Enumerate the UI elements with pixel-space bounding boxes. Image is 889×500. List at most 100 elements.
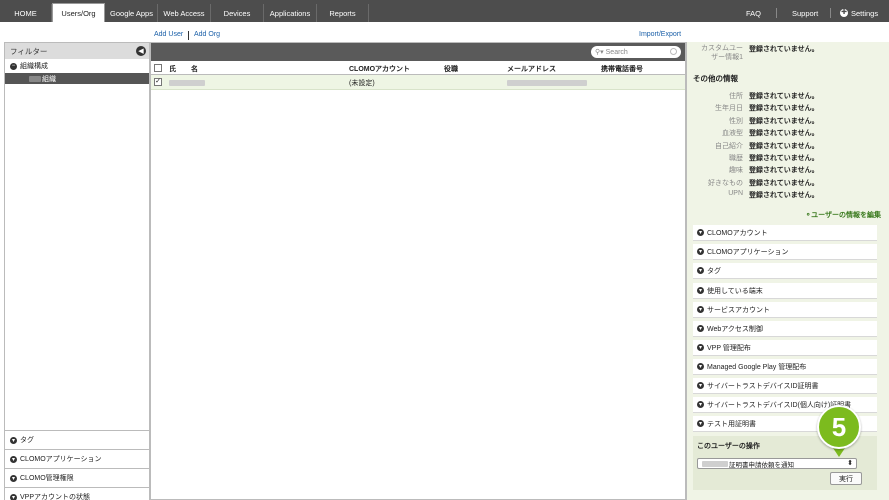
select-all-checkbox[interactable] <box>154 64 162 72</box>
field-value: 登録されていません。 <box>749 167 819 174</box>
operation-select-value: 証明書申請依頼を通知 <box>729 461 794 469</box>
expand-icon: ▾ <box>697 267 704 274</box>
user-table-panel: ⚲▾ Search 氏 名 CLOMOアカウント 役職 メールアドレス 携帯電話… <box>150 42 686 500</box>
nav-separator <box>776 8 777 18</box>
column-last-name[interactable]: 氏 <box>169 64 176 74</box>
operation-select[interactable]: 証明書申請依頼を通知 ⬍ <box>697 458 857 469</box>
detail-accordion-clomo-app[interactable]: ▾ CLOMOアプリケーション <box>693 244 877 260</box>
gear-icon: ✚ <box>840 9 848 17</box>
expand-icon: ▾ <box>697 306 704 313</box>
table-toolbar: ⚲▾ Search <box>151 43 685 61</box>
column-clomo-account[interactable]: CLOMOアカウント <box>349 64 410 74</box>
execute-button[interactable]: 実行 <box>830 472 862 485</box>
tab-web-access[interactable]: Web Access <box>158 4 211 22</box>
tab-google-apps[interactable]: Google Apps <box>106 4 158 22</box>
filter-header: フィルター ◀ <box>5 43 149 59</box>
expand-icon: ▾ <box>697 287 704 294</box>
column-first-name[interactable]: 名 <box>191 64 198 74</box>
edit-user-info-label: ユーザーの情報を編集 <box>811 212 881 219</box>
row-checkbox[interactable]: ✓ <box>154 78 162 86</box>
toolbar-separator <box>188 31 189 40</box>
search-input[interactable]: ⚲▾ Search <box>591 46 681 58</box>
field-label: UPN <box>728 190 743 197</box>
filter-accordion-label: タグ <box>20 437 34 444</box>
detail-accordion-tag[interactable]: ▾ タグ <box>693 263 877 279</box>
add-org-link[interactable]: Add Org <box>194 31 220 38</box>
column-email[interactable]: メールアドレス <box>507 64 556 74</box>
support-link[interactable]: Support <box>792 4 818 22</box>
field-value: 登録されていません。 <box>749 155 819 162</box>
expand-icon: ▾ <box>697 325 704 332</box>
add-user-link[interactable]: Add User <box>154 31 183 38</box>
field-value: 登録されていません。 <box>749 46 819 53</box>
tab-home[interactable]: HOME <box>0 4 52 22</box>
tab-users-org[interactable]: Users/Org <box>52 3 105 22</box>
detail-accordion-label: CLOMOアプリケーション <box>707 248 789 256</box>
table-header: 氏 名 CLOMOアカウント 役職 メールアドレス 携帯電話番号 <box>151 61 685 75</box>
detail-accordion-web-access[interactable]: ▾ Webアクセス制御 <box>693 321 877 337</box>
step-badge: 5 <box>817 405 861 449</box>
field-value: 登録されていません。 <box>749 130 819 137</box>
filter-accordion-vpp[interactable]: ▾ VPPアカウントの状態 <box>5 487 149 500</box>
org-tree-root-label: 組織構成 <box>20 63 48 70</box>
filter-accordion-clomo-app[interactable]: ▾ CLOMOアプリケーション <box>5 449 149 468</box>
detail-accordion-label: サイバートラストデバイスID証明書 <box>707 382 819 390</box>
field-label: 好きなもの <box>708 180 743 187</box>
detail-accordion-label: Webアクセス制御 <box>707 325 763 333</box>
field-label: カスタムユー ザー情報1 <box>687 44 743 62</box>
detail-accordion-devices[interactable]: ▾ 使用している端末 <box>693 283 877 299</box>
tab-devices[interactable]: Devices <box>211 4 264 22</box>
filter-accordion-label: CLOMOアプリケーション <box>20 456 102 463</box>
detail-accordion-label: Managed Google Play 管理配布 <box>707 363 807 371</box>
detail-accordion-cybertrust-cert[interactable]: ▾ サイバートラストデバイスID証明書 <box>693 378 877 394</box>
expand-icon: ▾ <box>10 436 17 444</box>
search-icon: ⚲▾ <box>595 49 604 56</box>
org-tree-item-selected[interactable]: 組織 <box>5 73 149 84</box>
detail-accordion-managed-google-play[interactable]: ▾ Managed Google Play 管理配布 <box>693 359 877 375</box>
filter-title: フィルター <box>10 46 48 56</box>
field-label: 住所 <box>729 93 743 100</box>
filter-accordion-clomo-permission[interactable]: ▾ CLOMO管理権限 <box>5 468 149 487</box>
detail-accordion-clomo-account[interactable]: ▾ CLOMOアカウント <box>693 225 877 241</box>
expand-icon: ▾ <box>10 455 17 463</box>
collapse-left-icon[interactable]: ◀ <box>136 46 146 56</box>
clear-search-icon[interactable] <box>670 48 677 55</box>
field-value: 登録されていません。 <box>749 93 819 100</box>
faq-link[interactable]: FAQ <box>746 4 761 22</box>
tab-reports[interactable]: Reports <box>317 4 369 22</box>
field-label: 性別 <box>729 118 743 125</box>
other-info-title: その他の情報 <box>693 74 738 83</box>
settings-link[interactable]: ✚ Settings <box>840 4 878 22</box>
table-row[interactable]: ✓ (未設定) <box>151 75 685 90</box>
org-tree-root[interactable]: − 組織構成 <box>5 59 149 73</box>
field-value: 登録されていません。 <box>749 192 819 199</box>
nav-separator <box>830 8 831 18</box>
detail-accordion-label: VPP 管理配布 <box>707 344 751 352</box>
column-title[interactable]: 役職 <box>444 64 458 74</box>
expand-icon: ▾ <box>697 363 704 370</box>
detail-accordion-label: 使用している端末 <box>707 287 763 295</box>
column-mobile[interactable]: 携帯電話番号 <box>601 64 643 74</box>
expand-icon: ▾ <box>10 493 17 500</box>
collapse-tree-icon[interactable]: − <box>10 62 17 70</box>
tab-applications[interactable]: Applications <box>264 4 317 22</box>
detail-accordion-label: サービスアカウント <box>707 306 770 314</box>
expand-icon: ▾ <box>697 401 704 408</box>
field-value: 登録されていません。 <box>749 118 819 125</box>
detail-accordion-label: CLOMOアカウント <box>707 229 768 237</box>
field-value: 登録されていません。 <box>749 105 819 112</box>
filter-accordion-tag[interactable]: ▾ タグ <box>5 430 149 449</box>
redacted-text <box>702 460 728 467</box>
expand-icon: ▾ <box>697 344 704 351</box>
expand-icon: ▾ <box>697 382 704 389</box>
edit-user-info-link[interactable]: ⚬ユーザーの情報を編集 <box>805 210 881 220</box>
detail-accordion-service-account[interactable]: ▾ サービスアカウント <box>693 302 877 318</box>
redacted-name <box>169 80 205 86</box>
expand-icon: ▾ <box>697 248 704 255</box>
select-arrow-icon: ⬍ <box>847 460 853 467</box>
org-tree-item-label: 組織 <box>42 75 56 83</box>
detail-accordion-vpp[interactable]: ▾ VPP 管理配布 <box>693 340 877 356</box>
field-label: 趣味 <box>729 167 743 174</box>
field-value: 登録されていません。 <box>749 180 819 187</box>
import-export-link[interactable]: Import/Export <box>639 31 681 38</box>
